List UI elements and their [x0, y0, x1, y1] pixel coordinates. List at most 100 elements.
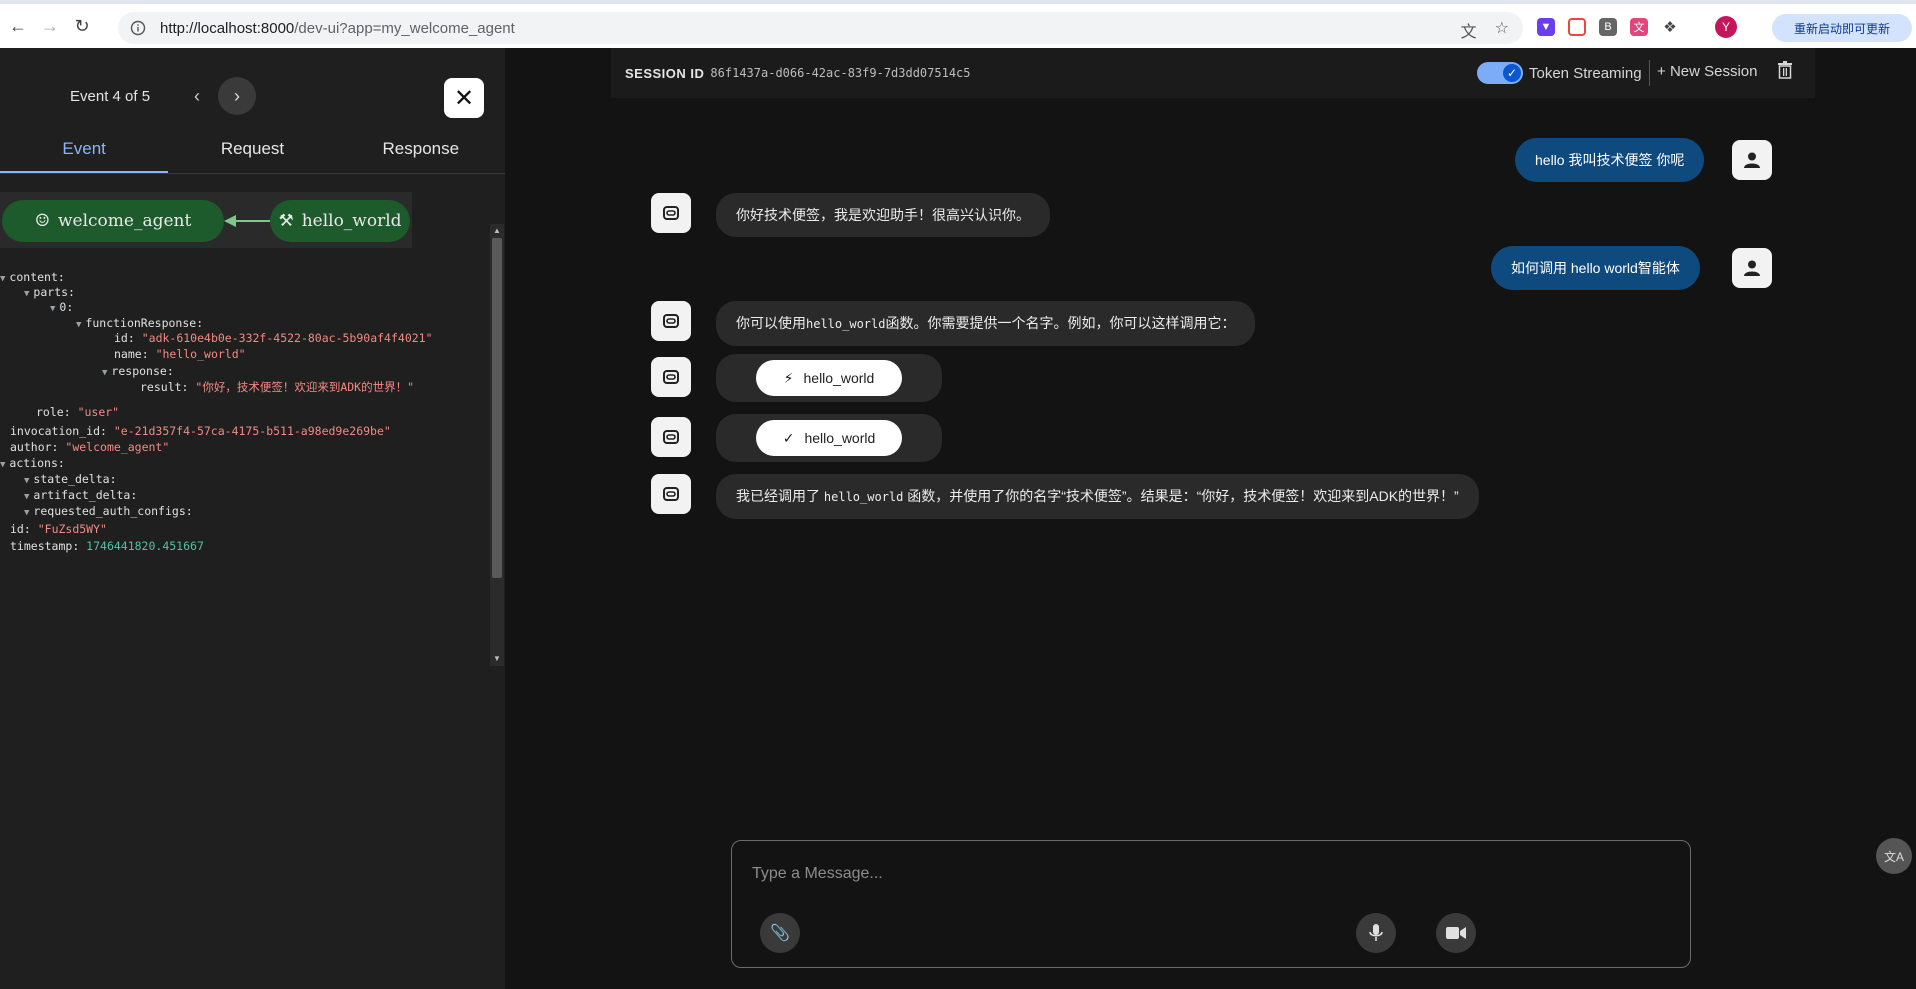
json-fr-name: name: "hello_world": [114, 347, 246, 361]
user-message: hello 我叫技术便签 你呢: [1515, 138, 1705, 182]
event-trace-panel: Event 4 of 5 ‹ › ✕ Event Request Respons…: [0, 48, 505, 989]
delete-session-icon[interactable]: [1777, 61, 1797, 83]
plus-icon: +: [1657, 63, 1666, 80]
new-session-label: New Session: [1669, 63, 1758, 80]
bot-message: 我已经调用了 hello_world 函数，并使用了你的名字“技术便签”。结果是…: [716, 474, 1479, 519]
forward-icon[interactable]: →: [36, 12, 64, 40]
previous-event-button[interactable]: ‹: [186, 82, 208, 110]
bot-message: 你好技术便签，我是欢迎助手！很高兴认识你。: [716, 193, 1050, 237]
new-session-button[interactable]: + New Session: [1657, 63, 1757, 80]
video-camera-icon[interactable]: [1436, 913, 1476, 953]
bot-avatar-icon: [651, 417, 691, 457]
token-streaming-toggle[interactable]: ✓: [1477, 62, 1523, 84]
tab-request[interactable]: Request: [168, 126, 336, 173]
json-content[interactable]: ▼ content:: [0, 270, 65, 284]
scroll-up-icon[interactable]: ▲: [492, 226, 502, 236]
inline-code: hello_world: [823, 490, 904, 504]
address-bar[interactable]: http://localhost:8000/dev-ui?app=my_welc…: [118, 12, 1523, 44]
event-counter: Event 4 of 5: [70, 88, 151, 105]
check-icon: ✓: [1503, 64, 1521, 82]
bot-avatar-icon: [651, 193, 691, 233]
browser-toolbar: ← → ↻ http://localhost:8000/dev-ui?app=m…: [0, 0, 1916, 48]
graph-node-tool: ⚒ hello_world: [270, 200, 410, 242]
scroll-thumb[interactable]: [492, 238, 502, 578]
function-call-chip[interactable]: ⚡ hello_world: [756, 360, 902, 396]
json-state-delta[interactable]: ▼ state_delta:: [24, 472, 117, 486]
profile-avatar[interactable]: Y: [1715, 16, 1737, 38]
json-parts[interactable]: ▼ parts:: [24, 285, 75, 299]
close-panel-button[interactable]: ✕: [444, 78, 484, 118]
bot-avatar-icon: [651, 301, 691, 341]
event-json-viewer: ▼ content: ▼ parts: ▼ 0: ▼ functionResponse:…: [0, 270, 490, 670]
bot-text: 我已经调用了: [736, 488, 820, 504]
collapse-caret-icon[interactable]: ▼: [0, 460, 5, 470]
microphone-icon[interactable]: [1356, 913, 1396, 953]
reload-icon[interactable]: ↻: [68, 12, 96, 40]
bolt-icon: ⚡: [783, 369, 794, 386]
session-id-label: SESSION ID: [625, 65, 705, 81]
extension-icon[interactable]: ▼: [1537, 18, 1555, 36]
function-response-chip[interactable]: ✓ hello_world: [756, 420, 902, 456]
json-fr-id: id: "adk-610e4b0e-332f-4522-80ac-5b90af4…: [114, 331, 433, 345]
bookmark-star-icon[interactable]: ☆: [1495, 18, 1509, 42]
extensions-puzzle-icon[interactable]: ❖: [1661, 18, 1679, 36]
chrome-extension-icon[interactable]: [1568, 18, 1586, 36]
message-composer[interactable]: Type a Message... 📎: [731, 840, 1691, 968]
graph-node-agent-label: welcome_agent: [57, 211, 192, 231]
tab-event[interactable]: Event: [0, 126, 169, 173]
collapse-caret-icon[interactable]: ▼: [102, 368, 107, 378]
json-part-0[interactable]: ▼ 0:: [50, 300, 73, 314]
json-timestamp: timestamp: 1746441820.451667: [10, 539, 204, 553]
translate-icon[interactable]: 文: [1461, 18, 1477, 42]
function-call-container: ⚡ hello_world: [716, 354, 942, 402]
scroll-down-icon[interactable]: ▼: [492, 654, 502, 664]
bot-avatar-icon: [651, 357, 691, 397]
json-artifact-delta[interactable]: ▼ artifact_delta:: [24, 488, 137, 502]
tab-response[interactable]: Response: [337, 126, 505, 173]
json-event-id: id: "FuZsd5WY": [10, 522, 107, 536]
next-event-button[interactable]: ›: [218, 77, 256, 115]
floating-translate-icon[interactable]: 文A: [1876, 838, 1912, 874]
wrench-icon: ⚒: [278, 211, 294, 231]
attach-file-icon[interactable]: 📎: [760, 913, 800, 953]
bot-avatar-icon: [651, 474, 691, 514]
collapse-caret-icon[interactable]: ▼: [24, 289, 29, 299]
header-divider: [1649, 60, 1650, 86]
extension-b-icon[interactable]: B: [1599, 18, 1617, 36]
json-requested-auth[interactable]: ▼ requested_auth_configs:: [24, 504, 193, 518]
chat-main: SESSION ID 86f1437a-d066-42ac-83f9-7d3dd…: [505, 48, 1916, 989]
bot-text: 函数，并使用了你的名字“技术便签”。结果是：“你好，技术便签！欢迎来到ADK的世…: [907, 488, 1459, 504]
collapse-caret-icon[interactable]: ▼: [50, 304, 55, 314]
collapse-caret-icon[interactable]: ▼: [0, 274, 5, 284]
collapse-caret-icon[interactable]: ▼: [76, 320, 81, 330]
session-id-value: 86f1437a-d066-42ac-83f9-7d3dd07514c5: [710, 66, 971, 80]
collapse-caret-icon[interactable]: ▼: [24, 476, 29, 486]
back-icon[interactable]: ←: [4, 12, 32, 40]
session-header: SESSION ID 86f1437a-d066-42ac-83f9-7d3dd…: [611, 48, 1815, 98]
function-response-label: hello_world: [804, 430, 876, 446]
json-role: role: "user": [36, 405, 120, 419]
function-call-label: hello_world: [803, 370, 875, 386]
function-response-container: ✓ hello_world: [716, 414, 942, 462]
collapse-caret-icon[interactable]: ▼: [24, 508, 29, 518]
user-avatar-icon: [1732, 140, 1772, 180]
site-info-icon[interactable]: [128, 18, 148, 38]
json-actions[interactable]: ▼ actions:: [0, 456, 65, 470]
json-fr-response[interactable]: ▼ response:: [102, 364, 174, 378]
json-author: author: "welcome_agent": [10, 440, 170, 454]
json-scrollbar[interactable]: ▲ ▼: [490, 224, 504, 666]
user-avatar-icon: [1732, 248, 1772, 288]
relaunch-update-button[interactable]: 重新启动即可更新: [1772, 14, 1912, 42]
bot-message: 你可以使用hello_world函数。你需要提供一个名字。例如，你可以这样调用它…: [716, 301, 1256, 346]
token-streaming-label: Token Streaming: [1529, 65, 1642, 82]
graph-node-agent: ☺ welcome_agent: [2, 200, 224, 242]
robot-icon: ☺: [34, 211, 50, 231]
extension-translate-icon[interactable]: 文: [1630, 18, 1648, 36]
message-input[interactable]: Type a Message...: [752, 865, 883, 883]
collapse-caret-icon[interactable]: ▼: [24, 492, 29, 502]
json-function-response[interactable]: ▼ functionResponse:: [76, 316, 203, 330]
json-result: result: "你好，技术便签！欢迎来到ADK的世界！": [140, 380, 415, 394]
json-invocation-id: invocation_id: "e-21d357f4-57ca-4175-b51…: [10, 424, 391, 438]
user-message: 如何调用 hello world智能体: [1491, 246, 1700, 290]
check-icon: ✓: [782, 429, 795, 446]
